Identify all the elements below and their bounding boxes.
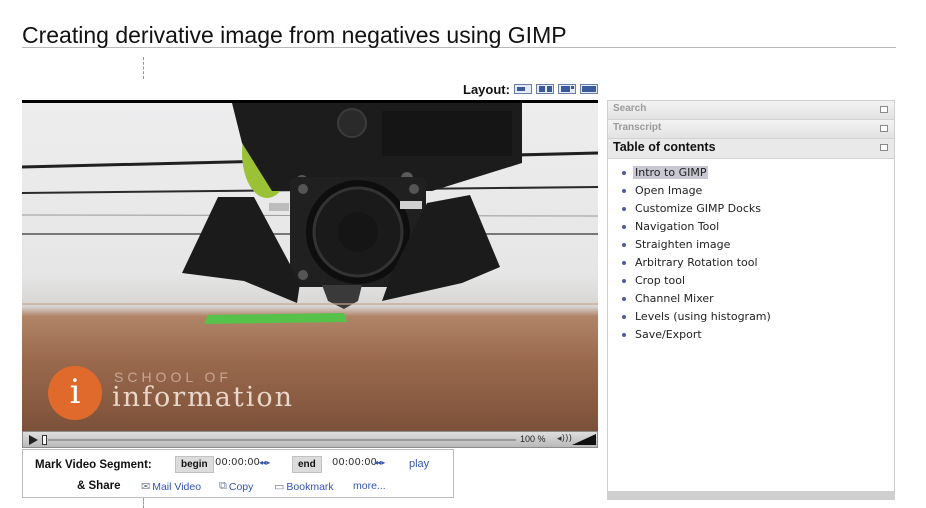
dashed-divider-bottom <box>143 498 144 508</box>
toc-item-label: Channel Mixer <box>635 292 714 305</box>
end-button[interactable]: end <box>292 456 322 473</box>
search-section-label: Search <box>613 103 647 114</box>
play-segment-link[interactable]: play <box>409 458 429 470</box>
dashed-divider <box>143 57 144 79</box>
bookmark-link[interactable]: ▭ Bookmark <box>274 480 334 494</box>
toc-item-label: Customize GIMP Docks <box>635 202 761 215</box>
mark-segment-panel: Mark Video Segment: begin 00:00:00 ◂◂ ▸ … <box>22 449 454 498</box>
toc-item[interactable]: Save/Export <box>620 326 894 344</box>
begin-time-field[interactable]: 00:00:00 <box>215 457 260 468</box>
toc-item[interactable]: Levels (using histogram) <box>620 308 894 326</box>
more-link[interactable]: more... <box>353 480 386 492</box>
toc-section-header[interactable]: Table of contents <box>608 139 894 159</box>
toc-item-label: Crop tool <box>635 274 685 287</box>
toc-item-label: Navigation Tool <box>635 220 720 233</box>
watermark-title: information <box>112 382 295 413</box>
toc-item-label: Save/Export <box>635 328 702 341</box>
school-logo: i <box>48 366 102 420</box>
toc-item-label: Arbitrary Rotation tool <box>635 256 758 269</box>
toc-item-label: Open Image <box>635 184 703 197</box>
volume-slider[interactable] <box>572 434 596 445</box>
copy-icon: ⧉ <box>219 480 227 492</box>
layout-selector: Layout: <box>463 81 598 97</box>
search-section-header[interactable]: Search <box>608 101 894 120</box>
printer-scene <box>22 103 598 324</box>
layout-option-2[interactable] <box>535 84 554 94</box>
toc-item-label: Straighten image <box>635 238 731 251</box>
transcript-section-label: Transcript <box>613 122 662 133</box>
collapse-icon[interactable] <box>880 144 888 151</box>
copy-link[interactable]: ⧉ Copy <box>219 480 253 493</box>
toc-item[interactable]: Open Image <box>620 182 894 200</box>
begin-button[interactable]: begin <box>175 456 214 473</box>
page-title: Creating derivative image from negatives… <box>22 22 896 48</box>
toc-item[interactable]: Customize GIMP Docks <box>620 200 894 218</box>
layout-option-3[interactable] <box>557 84 576 94</box>
bookmark-icon: ▭ <box>274 481 285 493</box>
toc-item[interactable]: Intro to GIMP <box>620 164 894 182</box>
begin-step-arrows-icon[interactable]: ◂◂ ▸ <box>259 458 270 467</box>
toc-item[interactable]: Crop tool <box>620 272 894 290</box>
toc-item[interactable]: Channel Mixer <box>620 290 894 308</box>
collapse-icon[interactable] <box>880 106 888 113</box>
play-icon[interactable] <box>29 435 38 445</box>
copy-label: Copy <box>228 480 254 493</box>
end-time-field[interactable]: 00:00:00 <box>332 457 377 468</box>
mark-segment-label: Mark Video Segment: <box>35 459 152 471</box>
collapse-icon[interactable] <box>880 125 888 132</box>
transcript-section-header[interactable]: Transcript <box>608 120 894 139</box>
speaker-icon[interactable]: ◂))) <box>557 434 572 444</box>
toc-section-label: Table of contents <box>613 140 716 154</box>
mail-icon: ✉ <box>141 481 151 493</box>
share-label: & Share <box>77 480 121 492</box>
end-step-arrows-icon[interactable]: ◂◂ ▸ <box>374 458 385 467</box>
video-player[interactable]: i School of information <box>22 100 598 431</box>
seek-track[interactable] <box>48 439 516 441</box>
toc-item-label: Levels (using histogram) <box>635 310 771 323</box>
toc-item[interactable]: Straighten image <box>620 236 894 254</box>
zoom-level[interactable]: 100 % <box>520 434 546 444</box>
toc-item-label: Intro to GIMP <box>633 166 709 179</box>
bookmark-label: Bookmark <box>286 480 334 493</box>
layout-label: Layout: <box>463 81 510 97</box>
seek-handle[interactable] <box>42 435 47 445</box>
toc-item[interactable]: Navigation Tool <box>620 218 894 236</box>
mail-video-link[interactable]: ✉ Mail Video <box>141 480 202 494</box>
toc-item[interactable]: Arbitrary Rotation tool <box>620 254 894 272</box>
toc-list: Intro to GIMP Open Image Customize GIMP Do… <box>608 159 894 344</box>
player-controls: 100 % ◂))) <box>22 431 598 448</box>
layout-option-4[interactable] <box>579 84 598 94</box>
mail-video-label: Mail Video <box>152 480 202 493</box>
side-panel: Search Transcript Table of contents Intr… <box>607 100 895 500</box>
layout-option-1[interactable] <box>513 84 532 94</box>
panel-footer <box>608 491 894 499</box>
